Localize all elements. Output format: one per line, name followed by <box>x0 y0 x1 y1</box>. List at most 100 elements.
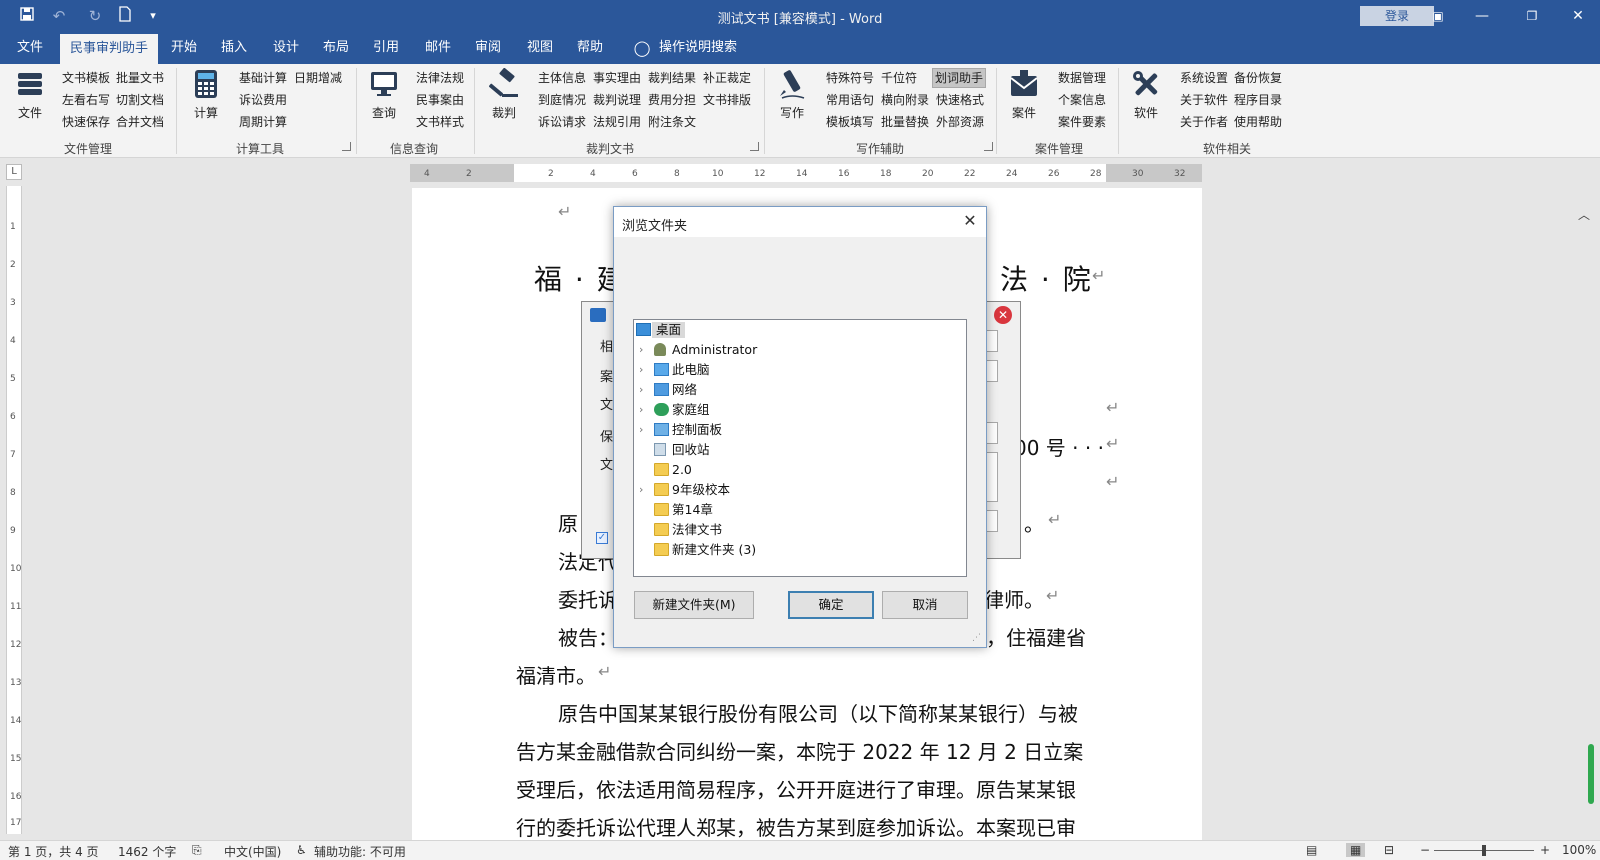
tree-item[interactable]: 法律文书 <box>634 520 966 540</box>
tab-mailings[interactable]: 邮件 <box>418 32 458 64</box>
ribbon-item[interactable]: 常用语句 <box>826 90 874 110</box>
ribbon-item[interactable]: 附注条文 <box>648 112 696 132</box>
ribbon-display-icon[interactable]: ▣ <box>1426 6 1450 26</box>
tab-help[interactable]: 帮助 <box>570 32 610 64</box>
language-indicator[interactable]: 中文(中国) <box>224 843 281 860</box>
file-big-button[interactable]: 文件 <box>8 68 52 121</box>
vertical-ruler[interactable]: 1 2 3 4 5 6 7 8 9 10 11 12 13 14 15 16 1… <box>6 186 22 834</box>
tree-item-desktop[interactable]: 桌面 <box>634 320 966 340</box>
ribbon-item[interactable]: 使用帮助 <box>1234 112 1282 132</box>
ribbon-item[interactable]: 左看右写 <box>62 90 110 110</box>
accessibility-status[interactable]: 辅助功能: 不可用 <box>314 843 406 860</box>
ribbon-item[interactable]: 系统设置 <box>1180 68 1228 88</box>
ribbon-item[interactable]: 外部资源 <box>936 112 984 132</box>
ribbon-item[interactable]: 关于作者 <box>1180 112 1228 132</box>
login-button[interactable]: 登录 <box>1360 6 1434 26</box>
ribbon-item[interactable]: 裁判结果 <box>648 68 696 88</box>
close-icon[interactable]: ✕ <box>960 211 980 231</box>
judge-big-button[interactable]: 裁判 <box>482 67 526 121</box>
tab-review[interactable]: 审阅 <box>468 32 508 64</box>
new-doc-icon[interactable] <box>114 6 136 26</box>
vertical-scrollbar[interactable] <box>1588 744 1594 804</box>
proofing-icon[interactable]: ⎘ <box>192 843 202 858</box>
query-big-button[interactable]: 查询 <box>362 68 406 121</box>
zoom-slider-thumb[interactable] <box>1482 845 1486 856</box>
ribbon-item[interactable]: 基础计算 <box>239 68 287 88</box>
tab-insert[interactable]: 插入 <box>214 32 254 64</box>
ribbon-item[interactable]: 批量替换 <box>881 112 929 132</box>
horizontal-ruler[interactable]: 4 2 2 4 6 8 10 12 14 16 18 20 22 24 26 2… <box>410 164 1202 182</box>
expand-chevron-icon[interactable]: › <box>639 420 643 440</box>
ribbon-item[interactable]: 日期增减 <box>294 68 342 88</box>
ribbon-item[interactable]: 横向附录 <box>881 90 929 110</box>
print-layout-icon[interactable]: ▦ <box>1346 843 1366 857</box>
tab-civil-trial-assistant[interactable]: 民事审判助手 <box>60 34 158 64</box>
collapse-ribbon-icon[interactable]: ︿ <box>1578 206 1590 223</box>
ribbon-item[interactable]: 切割文档 <box>116 90 164 110</box>
calculate-big-button[interactable]: 计算 <box>184 68 228 121</box>
ribbon-item[interactable]: 到庭情况 <box>538 90 586 110</box>
ribbon-item[interactable]: 补正裁定 <box>703 68 751 88</box>
ribbon-item[interactable]: 事实理由 <box>593 68 641 88</box>
ribbon-item[interactable]: 快速格式 <box>936 90 984 110</box>
word-count[interactable]: 1462 个字 <box>118 843 176 860</box>
dialog-launcher-icon[interactable] <box>984 142 993 151</box>
tree-item[interactable]: 回收站 <box>634 440 966 460</box>
ribbon-item[interactable]: 诉讼费用 <box>239 90 287 110</box>
customize-icon[interactable]: ▾ <box>142 6 164 26</box>
tree-item[interactable]: › 网络 <box>634 380 966 400</box>
tree-item[interactable]: › 控制面板 <box>634 420 966 440</box>
tab-design[interactable]: 设计 <box>266 32 306 64</box>
dialog-launcher-icon[interactable] <box>342 142 351 151</box>
ribbon-item[interactable]: 法规引用 <box>593 112 641 132</box>
folder-tree[interactable]: 桌面 › Administrator › 此电脑 › 网络 › 家庭组 › 控制… <box>633 319 967 577</box>
ribbon-item[interactable]: 文书排版 <box>703 90 751 110</box>
expand-chevron-icon[interactable]: › <box>639 340 643 360</box>
dialog-launcher-icon[interactable] <box>750 142 759 151</box>
close-icon[interactable]: ✕ <box>1566 6 1590 26</box>
tree-item[interactable]: 第14章 <box>634 500 966 520</box>
expand-chevron-icon[interactable]: › <box>639 380 643 400</box>
page-count[interactable]: 第 1 页，共 4 页 <box>8 843 99 860</box>
tree-item[interactable]: › 家庭组 <box>634 400 966 420</box>
ribbon-item[interactable]: 数据管理 <box>1058 68 1106 88</box>
ribbon-item[interactable]: 文书样式 <box>416 112 464 132</box>
ribbon-item[interactable]: 个案信息 <box>1058 90 1106 110</box>
ribbon-item[interactable]: 模板填写 <box>826 112 874 132</box>
ribbon-item[interactable]: 关于软件 <box>1180 90 1228 110</box>
ribbon-item[interactable]: 周期计算 <box>239 112 287 132</box>
ribbon-item[interactable]: 千位符 <box>881 68 917 88</box>
ribbon-item[interactable]: 案件要素 <box>1058 112 1106 132</box>
tab-references[interactable]: 引用 <box>366 32 406 64</box>
tree-item[interactable]: 2.0 <box>634 460 966 480</box>
read-mode-icon[interactable]: ▤ <box>1306 843 1317 857</box>
tell-me-search[interactable]: 操作说明搜索 <box>656 32 740 64</box>
save-icon[interactable] <box>16 6 38 26</box>
new-folder-button[interactable]: 新建文件夹(M) <box>634 591 754 619</box>
tab-layout[interactable]: 布局 <box>316 32 356 64</box>
expand-chevron-icon[interactable]: › <box>639 360 643 380</box>
ribbon-item[interactable]: 文书模板 <box>62 68 110 88</box>
ribbon-item[interactable]: 诉讼请求 <box>538 112 586 132</box>
software-big-button[interactable]: 软件 <box>1124 68 1168 121</box>
minimize-icon[interactable]: — <box>1470 6 1494 26</box>
ribbon-item[interactable]: 费用分担 <box>648 90 696 110</box>
cancel-button[interactable]: 取消 <box>882 591 968 619</box>
tree-item[interactable]: › 9年级校本 <box>634 480 966 500</box>
ribbon-item[interactable]: 快速保存 <box>62 112 110 132</box>
ribbon-item[interactable]: 特殊符号 <box>826 68 874 88</box>
word-assistant-button[interactable]: 划词助手 <box>932 68 987 88</box>
resize-grip-icon[interactable]: ⋰ <box>972 633 981 643</box>
zoom-in-icon[interactable]: + <box>1540 843 1550 857</box>
zoom-level[interactable]: 100% <box>1562 843 1596 857</box>
redo-icon[interactable]: ↻ <box>84 6 106 26</box>
ok-button[interactable]: 确定 <box>788 591 874 619</box>
expand-chevron-icon[interactable]: › <box>639 480 643 500</box>
tree-item[interactable]: › 此电脑 <box>634 360 966 380</box>
ribbon-item[interactable]: 程序目录 <box>1234 90 1282 110</box>
save-dialog-close-icon[interactable]: ✕ <box>994 306 1012 324</box>
ribbon-item[interactable]: 主体信息 <box>538 68 586 88</box>
tree-item[interactable]: 新建文件夹 (3) <box>634 540 966 560</box>
restore-icon[interactable]: ❐ <box>1520 6 1544 26</box>
write-big-button[interactable]: 写作 <box>770 68 814 121</box>
